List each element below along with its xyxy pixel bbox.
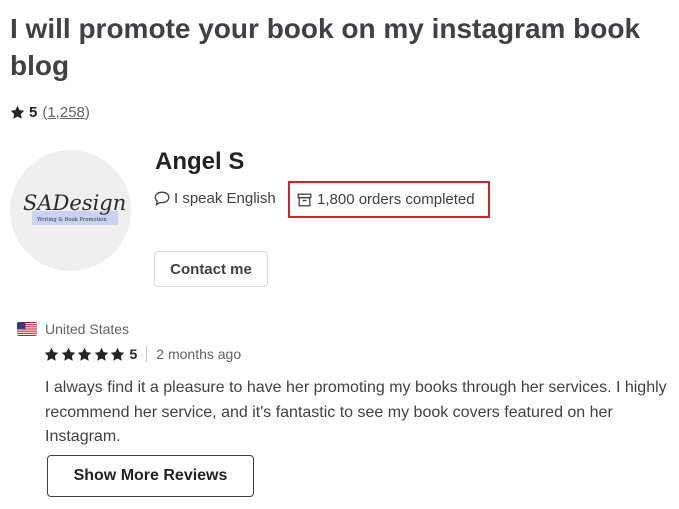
avatar-logo-text: SADesign xyxy=(23,191,126,215)
seller-language: I speak English xyxy=(154,190,276,207)
speech-bubble-icon xyxy=(154,191,170,206)
gig-rating[interactable]: 5 (1,258) xyxy=(10,102,90,122)
star-icon xyxy=(94,347,108,361)
star-icon xyxy=(77,347,92,361)
us-flag-icon xyxy=(17,322,37,336)
review-card: United States 5 2 months ago xyxy=(17,320,667,363)
box-icon xyxy=(297,193,312,206)
review-text: I always find it a pleasure to have her … xyxy=(45,379,667,445)
review-time: 2 months ago xyxy=(156,346,242,362)
star-icon xyxy=(61,347,75,361)
star-icon xyxy=(10,105,25,119)
seller-name[interactable]: Angel S xyxy=(155,148,244,176)
review-score: 5 xyxy=(129,346,138,362)
star-icon xyxy=(110,347,125,361)
seller-avatar[interactable]: SADesign Writing & Book Promotion xyxy=(10,150,131,271)
review-stars xyxy=(44,347,127,362)
reviewer-country: United States xyxy=(17,320,667,338)
show-more-reviews-button[interactable]: Show More Reviews xyxy=(47,455,254,497)
divider xyxy=(146,346,148,362)
avatar-logo-tagline: Writing & Book Promotion xyxy=(37,217,107,223)
country-label: United States xyxy=(45,321,130,337)
star-icon xyxy=(44,347,59,361)
orders-completed: 1,800 orders completed xyxy=(288,181,490,218)
gig-title: I will promote your book on my instagram… xyxy=(10,13,641,81)
contact-me-button[interactable]: Contact me xyxy=(154,251,268,287)
language-label: I speak English xyxy=(174,190,276,207)
rating-count-link[interactable]: (1,258) xyxy=(42,104,90,121)
review-meta: 5 2 months ago xyxy=(44,345,667,363)
orders-label: 1,800 orders completed xyxy=(317,191,475,208)
rating-score: 5 xyxy=(29,103,38,121)
